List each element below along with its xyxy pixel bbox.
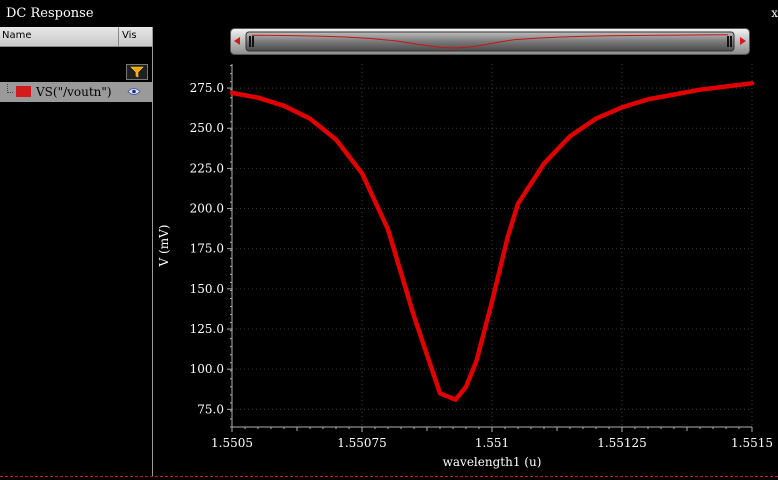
trace-color-swatch (16, 86, 31, 97)
trace-browser-panel: Name Vis VS("/voutn") (0, 27, 153, 476)
thumb-grip-right-2 (730, 36, 732, 47)
overview-scrollbar[interactable] (230, 28, 750, 55)
y-tick-label: 175.0 (190, 242, 224, 256)
title-bar: DC Response x (0, 0, 778, 27)
column-header-vis[interactable]: Vis (122, 30, 137, 41)
close-icon[interactable]: x (771, 6, 778, 20)
y-axis-title: V (mV) (157, 225, 171, 268)
filter-funnel-icon (130, 66, 144, 78)
y-tick-label: 200.0 (190, 202, 224, 216)
y-tick-label: 125.0 (190, 322, 224, 336)
x-tick-label: 1.55075 (337, 436, 387, 450)
thumb-grip-right[interactable] (727, 36, 729, 47)
bottom-border (0, 476, 778, 480)
tree-connector (7, 84, 13, 93)
y-tick-label: 100.0 (190, 362, 224, 376)
x-tick-label: 1.5515 (731, 436, 773, 450)
tick-labels: 1.5505 1.55075 1.551 1.55125 1.5515 75.0 100.0… (190, 81, 773, 450)
axes (227, 64, 753, 432)
window-title: DC Response (6, 6, 94, 21)
y-tick-label: 225.0 (190, 161, 224, 175)
x-tick-label: 1.55125 (597, 436, 647, 450)
column-divider[interactable] (118, 27, 119, 47)
browser-header: Name Vis (0, 27, 152, 47)
y-tick-label: 75.0 (197, 402, 224, 416)
y-tick-label: 250.0 (190, 121, 224, 135)
x-tick-label: 1.551 (475, 436, 509, 450)
thumb-grip-left-2 (252, 36, 254, 47)
plot-area[interactable]: 1.5505 1.55075 1.551 1.55125 1.5515 75.0 100.0… (154, 55, 778, 476)
x-tick-label: 1.5505 (211, 436, 253, 450)
chart[interactable]: 1.5505 1.55075 1.551 1.55125 1.5515 75.0 100.0… (154, 55, 778, 476)
filter-button[interactable] (126, 64, 148, 80)
y-tick-label: 150.0 (190, 282, 224, 296)
trace-row[interactable]: VS("/voutn") (0, 82, 152, 102)
x-axis-title: wavelength1 (u) (443, 455, 542, 469)
eye-icon[interactable] (127, 87, 141, 96)
y-tick-label: 275.0 (190, 81, 224, 95)
thumb-grip-left[interactable] (249, 36, 251, 47)
trace-label: VS("/voutn") (36, 85, 112, 99)
column-header-name[interactable]: Name (2, 30, 32, 41)
